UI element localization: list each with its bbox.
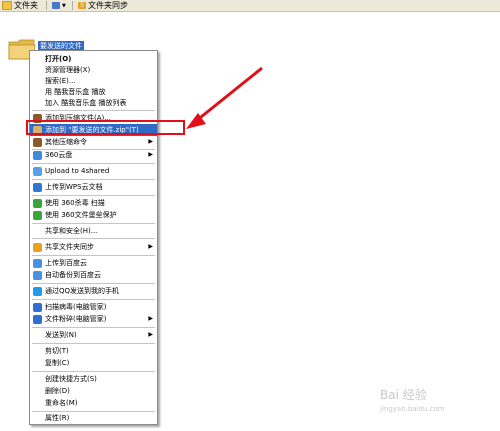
baidu-watermark: Bai 经验 jingyan.baidu.com xyxy=(380,388,495,426)
watermark-line2: jingyan.baidu.com xyxy=(380,405,445,413)
watermark-line1: Bai 经验 xyxy=(380,388,427,402)
annotation-arrow-icon xyxy=(186,66,263,129)
